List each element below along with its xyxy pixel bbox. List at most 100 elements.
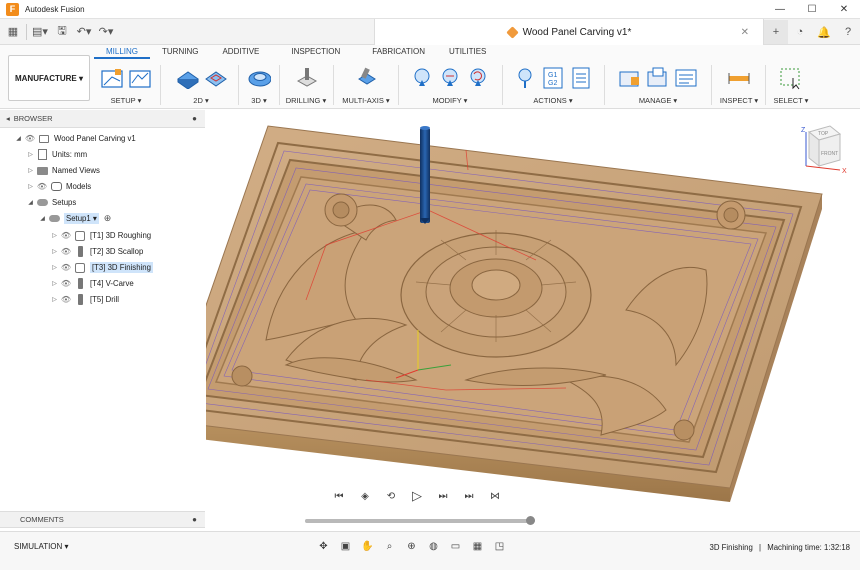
expand-arrow-icon[interactable]: ◢	[14, 135, 23, 142]
grid-settings-icon[interactable]: ▦	[469, 538, 486, 555]
expand-arrow-icon[interactable]: ▷	[50, 248, 59, 255]
tree-item-models[interactable]: ▷ 👁 Models	[26, 179, 91, 194]
post-library-icon[interactable]	[674, 66, 698, 90]
tool-library-icon[interactable]	[618, 66, 642, 90]
notifications-icon[interactable]: 🔔	[812, 20, 836, 44]
tree-item-named-views[interactable]: ▷ Named Views	[26, 163, 100, 178]
simulate-icon[interactable]	[513, 66, 537, 90]
inspect-group-label[interactable]: INSPECT ▾	[716, 96, 762, 105]
tree-item-setup1[interactable]: ◢ Setup1 ▾ ⊕	[38, 211, 111, 226]
tab-additive[interactable]: ADDITIVE	[210, 45, 271, 59]
visibility-eye-icon[interactable]: 👁	[59, 295, 73, 304]
select-group-label[interactable]: SELECT ▾	[770, 96, 812, 105]
expand-arrow-icon[interactable]: ▷	[26, 151, 35, 158]
3d-adaptive-icon[interactable]	[247, 66, 271, 90]
new-tab-icon[interactable]: +	[764, 20, 788, 44]
visibility-eye-icon[interactable]: 👁	[35, 182, 49, 191]
close-tab-icon[interactable]: ✕	[741, 27, 749, 38]
go-to-end-icon[interactable]: ⏭	[460, 489, 478, 503]
display-settings-icon[interactable]: ▭	[447, 538, 464, 555]
visibility-eye-icon[interactable]: 👁	[23, 134, 37, 143]
expand-arrow-icon[interactable]: ▷	[50, 296, 59, 303]
save-icon[interactable]: 🖫	[51, 22, 73, 42]
data-panel-icon[interactable]: ▦	[2, 22, 24, 42]
expand-arrow-icon[interactable]: ▷	[26, 183, 35, 190]
pin-icon[interactable]: ●	[192, 515, 197, 524]
modify-edit-icon[interactable]	[410, 66, 434, 90]
pin-icon[interactable]: ●	[192, 114, 197, 123]
tab-inspection[interactable]: INSPECTION	[271, 45, 352, 59]
visibility-eye-icon[interactable]: 👁	[59, 247, 73, 256]
operation-row[interactable]: ▷ 👁 [T1] 3D Roughing	[50, 228, 151, 243]
3d-group-label[interactable]: 3D ▾	[242, 96, 276, 105]
scrubber-handle[interactable]	[526, 516, 535, 525]
tab-turning[interactable]: TURNING	[150, 45, 210, 59]
new-setup-icon[interactable]	[100, 66, 124, 90]
playback-scrubber[interactable]	[305, 516, 535, 525]
viewports-icon[interactable]: ◳	[491, 538, 508, 555]
expand-arrow-icon[interactable]: ▷	[50, 232, 59, 239]
play-icon[interactable]: ▷	[408, 488, 426, 503]
tree-root[interactable]: ◢ 👁 Wood Panel Carving v1	[14, 131, 136, 146]
undo-icon[interactable]: ↶▾	[73, 22, 95, 42]
workspace-switcher[interactable]: MANUFACTURE ▾	[8, 55, 90, 101]
multi-axis-icon[interactable]	[354, 66, 378, 90]
operation-row[interactable]: ▷ 👁 [T4] V-Carve	[50, 276, 134, 291]
operation-row[interactable]: ▷ 👁 [T5] Drill	[50, 292, 119, 307]
go-to-start-icon[interactable]: ⏮	[330, 489, 348, 503]
collapse-panel-icon[interactable]: ◂	[6, 114, 10, 123]
loop-icon[interactable]: ⟲	[382, 489, 400, 503]
file-menu-icon[interactable]: ▤▾	[29, 22, 51, 42]
tab-fabrication[interactable]: FABRICATION	[352, 45, 437, 59]
document-tab[interactable]: Wood Panel Carving v1* ✕	[374, 19, 764, 45]
expand-arrow-icon[interactable]: ▷	[50, 280, 59, 287]
2d-contour-icon[interactable]	[203, 66, 227, 90]
setup1-label[interactable]: Setup1 ▾	[64, 213, 99, 224]
bounce-icon[interactable]: ⋈	[486, 489, 504, 503]
pan-icon[interactable]: ✋	[359, 538, 376, 555]
operation-row-selected[interactable]: ▷ 👁 [T3] 3D Finishing	[50, 260, 153, 275]
tab-utilities[interactable]: UTILITIES	[437, 45, 498, 59]
3d-viewport[interactable]: TOP FRONT Z X	[206, 110, 860, 530]
measure-icon[interactable]	[727, 66, 751, 90]
expand-arrow-icon[interactable]: ▷	[26, 167, 35, 174]
drilling-group-label[interactable]: DRILLING ▾	[283, 96, 329, 105]
look-at-icon[interactable]: ▣	[337, 538, 354, 555]
tree-item-setups[interactable]: ◢ Setups	[26, 195, 76, 210]
setup-sheet-doc-icon[interactable]	[569, 66, 593, 90]
fit-icon[interactable]: ◍	[425, 538, 442, 555]
target-icon[interactable]: ⊕	[104, 213, 112, 224]
comments-panel[interactable]: COMMENTS ●	[0, 511, 205, 528]
wood-panel-model[interactable]: TOP FRONT Z X	[206, 110, 860, 530]
orbit-icon[interactable]: ✥	[315, 538, 332, 555]
setup-sheet-icon[interactable]	[128, 66, 152, 90]
modify-regenerate-icon[interactable]	[466, 66, 490, 90]
visibility-eye-icon[interactable]: 👁	[59, 231, 73, 240]
select-window-icon[interactable]	[779, 66, 803, 90]
close-window-icon[interactable]: ✕	[828, 0, 860, 19]
visibility-eye-icon[interactable]: 👁	[59, 279, 73, 288]
view-cube[interactable]: TOP FRONT Z X	[801, 125, 847, 175]
step-forward-icon[interactable]: ⏭	[434, 489, 452, 503]
actions-group-label[interactable]: ACTIONS ▾	[507, 96, 599, 105]
simulation-menu[interactable]: SIMULATION ▾	[14, 542, 69, 551]
help-icon[interactable]: ?	[836, 20, 860, 44]
visibility-eye-icon[interactable]: 👁	[59, 263, 73, 272]
zoom-icon[interactable]: ⌕	[381, 538, 398, 555]
2d-pocket-icon[interactable]	[175, 66, 199, 90]
tree-item-units[interactable]: ▷ Units: mm	[26, 147, 87, 162]
setup-group-label[interactable]: SETUP ▾	[95, 96, 157, 105]
zoom-window-icon[interactable]: ⊕	[403, 538, 420, 555]
multi-axis-group-label[interactable]: MULTI-AXIS ▾	[337, 96, 395, 105]
expand-arrow-icon[interactable]: ◢	[38, 215, 47, 222]
job-status-icon[interactable]: ◔	[788, 20, 812, 44]
step-back-icon[interactable]: ◈	[356, 489, 374, 503]
minimize-icon[interactable]: —	[764, 0, 796, 19]
post-process-icon[interactable]: G1 G2	[541, 66, 565, 90]
modify-group-label[interactable]: MODIFY ▾	[404, 96, 496, 105]
template-library-icon[interactable]	[646, 66, 670, 90]
manage-group-label[interactable]: MANAGE ▾	[610, 96, 706, 105]
redo-icon[interactable]: ↷▾	[95, 22, 117, 42]
tab-milling[interactable]: MILLING	[94, 45, 151, 59]
maximize-icon[interactable]: ☐	[796, 0, 828, 19]
